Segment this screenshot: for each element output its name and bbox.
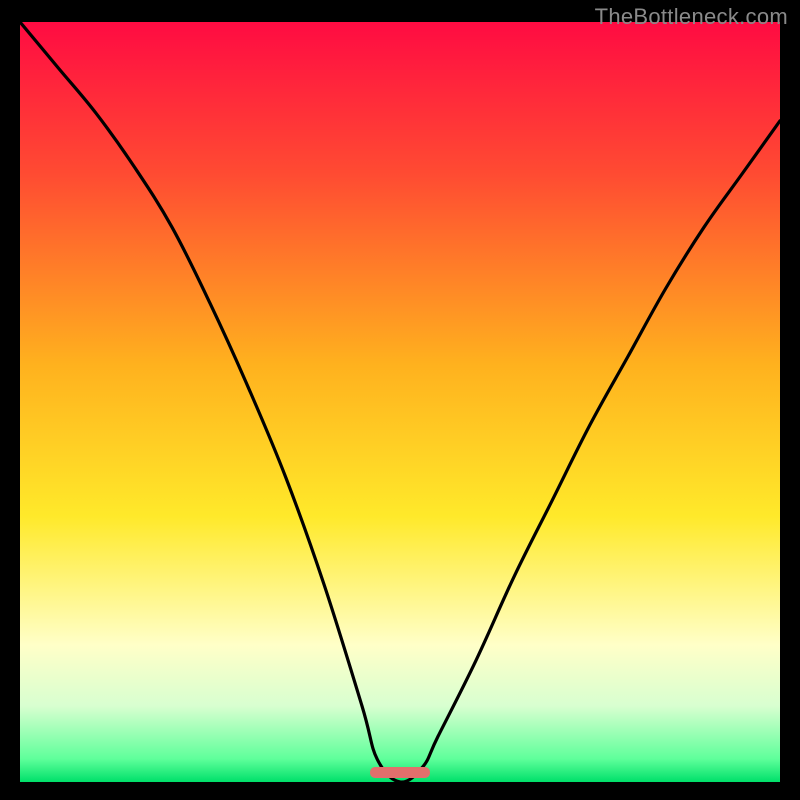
watermark-text: TheBottleneck.com [595, 4, 788, 30]
bottleneck-curve [20, 22, 780, 782]
chart-frame: TheBottleneck.com [0, 0, 800, 800]
plot-area [20, 22, 780, 782]
optimal-range-marker [370, 767, 431, 778]
